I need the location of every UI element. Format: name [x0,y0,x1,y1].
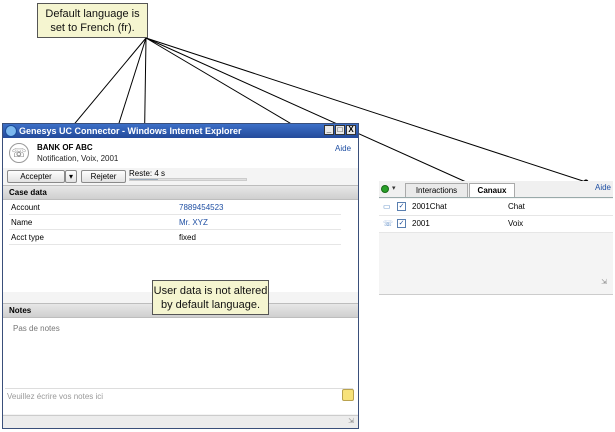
user-data-callout-text: User data is not altered by default lang… [153,284,268,311]
language-callout-text: Default language is set to French (fr). [45,7,140,34]
close-button[interactable]: X [346,125,356,135]
table-row: Acct type fixed [9,229,341,245]
window-title: Genesys UC Connector - Windows Internet … [19,126,242,136]
channels-panel: ▾ Interactions Canaux Aide ▭ ✓ 2001Chat … [379,181,613,295]
channel-name: 2001 [412,219,430,228]
minimize-button[interactable]: _ [324,125,334,135]
case-value: Mr. XYZ [177,214,341,230]
case-data-body: Account 7889454523 Name Mr. XYZ Acct typ… [3,200,358,292]
remaining-time: Reste: 4 s [129,169,166,178]
action-bar: Accepter ▾ Rejeter Reste: 4 s [3,168,358,185]
channel-checkbox[interactable]: ✓ [397,219,406,228]
company-name: BANK OF ABC [37,143,93,152]
status-bar: ⇲ [3,415,358,428]
interaction-subtitle: Notification, Voix, 2001 [37,154,119,163]
channel-list: ▭ ✓ 2001Chat Chat ☏ ✓ 2001 Voix [379,199,613,233]
chat-icon: ▭ [383,202,391,211]
case-data-header: Case data [3,185,358,200]
case-value: 7889454523 [177,200,341,215]
help-link[interactable]: Aide [335,144,351,153]
case-key: Acct type [9,229,177,245]
note-edit-icon[interactable] [342,389,354,401]
table-row: Name Mr. XYZ [9,214,341,230]
channel-checkbox[interactable]: ✓ [397,202,406,211]
list-item[interactable]: ☏ ✓ 2001 Voix [379,216,613,233]
phone-icon: ☏ [9,143,29,163]
language-callout: Default language is set to French (fr). [37,3,148,38]
phone-icon: ☏ [383,219,394,228]
user-data-callout: User data is not altered by default lang… [152,280,269,315]
notes-input[interactable]: Veuillez écrire vos notes ici [5,388,353,404]
accept-dropdown-button[interactable]: ▾ [65,170,77,183]
channel-name: 2001Chat [412,202,447,211]
chevron-down-icon: ▾ [68,172,73,181]
channel-type: Voix [508,219,524,228]
table-row: Account 7889454523 [9,200,341,215]
panel-help-link[interactable]: Aide [595,183,611,192]
case-key: Name [9,214,177,230]
maximize-button[interactable]: □ [335,125,345,135]
status-dropdown-icon[interactable]: ▾ [392,184,396,192]
resize-grip-icon[interactable]: ⇲ [348,417,354,425]
window-titlebar: Genesys UC Connector - Windows Internet … [3,124,358,138]
status-ready-icon[interactable] [381,185,389,193]
notes-body: Pas de notes Veuillez écrire vos notes i… [3,318,358,414]
resize-grip-icon[interactable]: ⇲ [601,278,607,286]
panel-tabs: ▾ Interactions Canaux Aide [379,181,613,198]
interaction-header: ☏ BANK OF ABC Notification, Voix, 2001 A… [3,138,358,168]
case-key: Account [9,200,177,215]
ie-window: Genesys UC Connector - Windows Internet … [2,123,359,429]
remaining-progress-fill [130,179,158,180]
case-data-table: Account 7889454523 Name Mr. XYZ Acct typ… [9,200,341,245]
ie-logo-icon [5,125,17,137]
accept-button[interactable]: Accepter [7,170,65,183]
notes-section: Notes Pas de notes Veuillez écrire vos n… [3,303,358,417]
remaining-progress-bar [129,178,247,181]
tab-canaux[interactable]: Canaux [469,183,515,197]
notes-empty-text: Pas de notes [13,324,60,333]
reject-button[interactable]: Rejeter [81,170,126,183]
case-value: fixed [177,229,341,245]
list-item[interactable]: ▭ ✓ 2001Chat Chat [379,199,613,216]
channel-type: Chat [508,202,525,211]
tab-interactions[interactable]: Interactions [405,183,468,197]
